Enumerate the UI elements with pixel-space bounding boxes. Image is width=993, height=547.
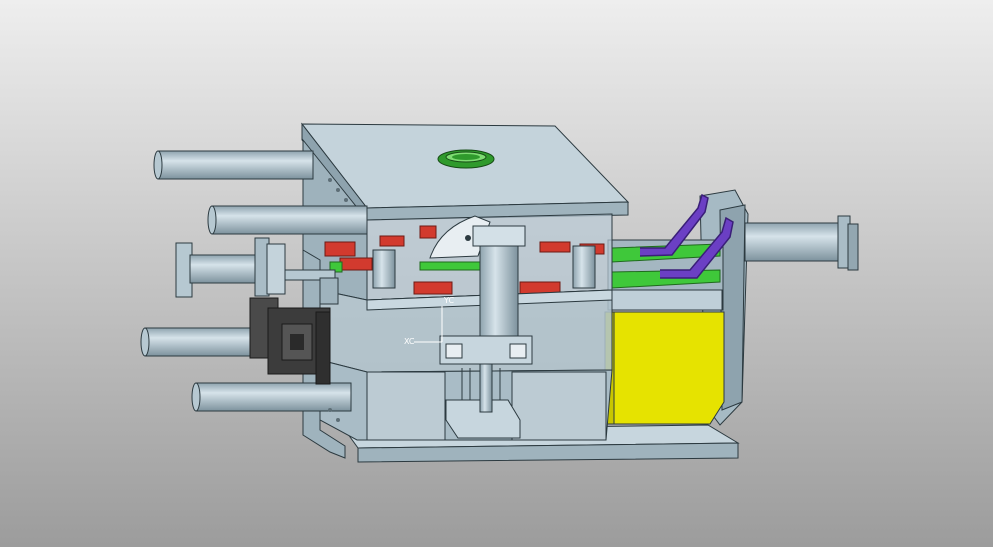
guide-rod-1[interactable] (153, 150, 314, 180)
xc-axis-label: XC (404, 337, 415, 346)
guide-rod-3[interactable] (140, 327, 266, 357)
locating-ring[interactable] (437, 149, 495, 169)
yc-axis-label: YC (443, 296, 454, 305)
guide-rod-2[interactable] (207, 205, 368, 235)
cad-viewport[interactable]: YC XC (0, 0, 993, 547)
guide-rod-4[interactable] (191, 382, 352, 412)
yellow-block[interactable] (604, 311, 725, 425)
mold-assembly-scene[interactable]: YC XC (0, 0, 993, 547)
